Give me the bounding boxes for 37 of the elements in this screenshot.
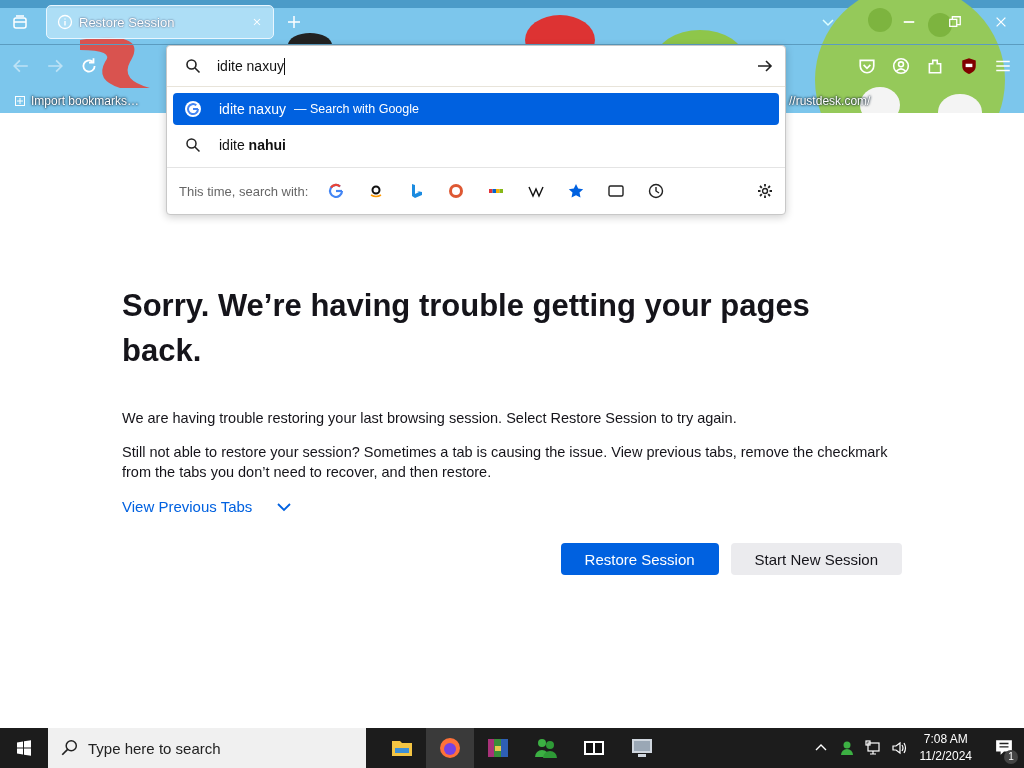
suggestion-row[interactable]: idite nahui xyxy=(173,129,779,161)
search-icon xyxy=(185,137,201,153)
archive-books-icon[interactable] xyxy=(486,736,510,760)
notification-count: 1 xyxy=(1004,750,1018,764)
suggestion-row[interactable]: idite naxuy — Search with Google xyxy=(173,93,779,125)
search-icon xyxy=(185,58,201,74)
search-icon xyxy=(60,739,78,757)
google-icon xyxy=(185,101,201,117)
import-icon xyxy=(14,94,26,107)
bookmarks-star-icon[interactable] xyxy=(568,183,585,199)
clock[interactable]: 7:08 AM 11/2/2024 xyxy=(919,731,972,765)
info-icon xyxy=(57,14,73,30)
view-previous-tabs-link[interactable]: View Previous Tabs xyxy=(122,498,253,515)
search-with-label: This time, search with: xyxy=(179,183,309,199)
go-arrow-icon[interactable] xyxy=(757,58,773,74)
network-icon[interactable] xyxy=(864,740,881,756)
monitor-icon[interactable] xyxy=(630,736,654,760)
tabs-icon[interactable] xyxy=(608,183,625,199)
notification-button[interactable]: 1 xyxy=(984,728,1024,768)
windows-start-icon[interactable] xyxy=(16,740,32,756)
history-clock-icon[interactable] xyxy=(648,183,665,199)
google-icon[interactable] xyxy=(328,183,345,199)
taskbar-search-field[interactable]: Type here to search xyxy=(48,728,366,768)
search-placeholder: Type here to search xyxy=(88,739,221,757)
start-new-session-button[interactable]: Start New Session xyxy=(730,543,902,575)
address-field[interactable]: idite naxuy xyxy=(217,57,757,75)
paragraph: We are having trouble restoring your last browsing session. Select Restore Session to try again. xyxy=(122,409,738,428)
people-icon[interactable] xyxy=(534,736,558,760)
speaker-icon[interactable] xyxy=(890,740,907,756)
browser-icon[interactable] xyxy=(438,736,462,760)
person-icon[interactable] xyxy=(838,740,855,756)
paragraph: Still not able to restore your session? Sometimes a tab is causing the issue. View previous tabs, remove the checkmark from the tabs you don’t need to recover, and then restore. xyxy=(122,443,889,482)
shield-icon[interactable] xyxy=(960,57,978,75)
tab-title: Restore Session xyxy=(79,14,176,30)
settings-icon[interactable] xyxy=(757,183,773,199)
restore-session-button[interactable]: Restore Session xyxy=(560,543,719,575)
error-heading: Sorry. We’re having trouble getting your pages back. xyxy=(122,287,811,370)
